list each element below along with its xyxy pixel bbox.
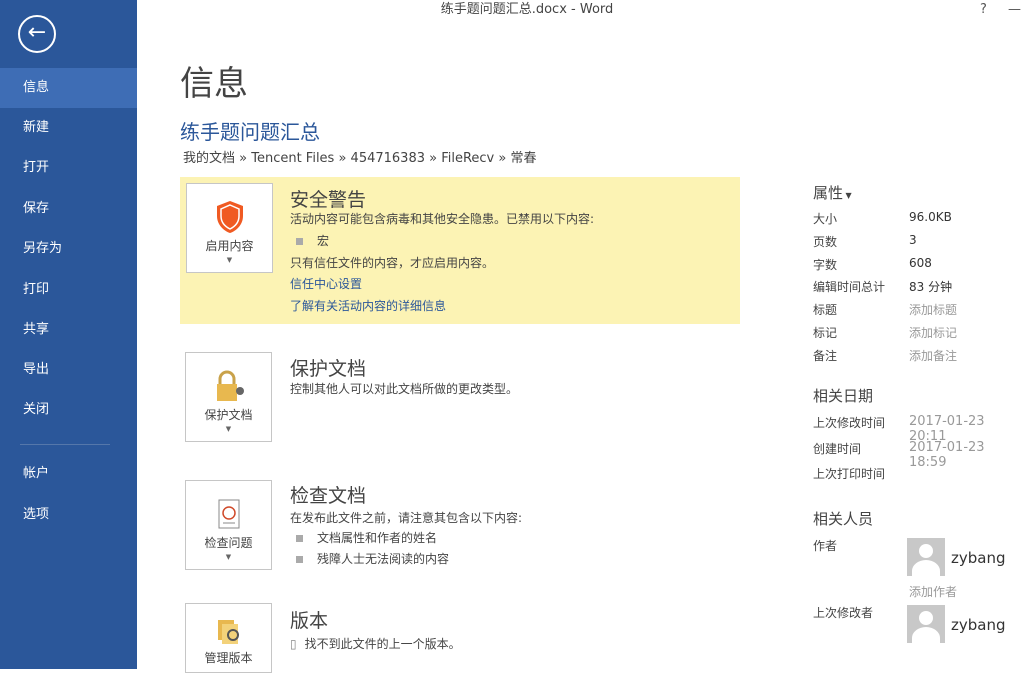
property-label: 标记 bbox=[813, 326, 838, 340]
nav-print[interactable]: 打印 bbox=[0, 270, 137, 310]
active-content-info-link[interactable]: 了解有关活动内容的详细信息 bbox=[290, 295, 446, 317]
date-label: 创建时间 bbox=[813, 441, 862, 456]
nav-open[interactable]: 打开 bbox=[0, 148, 137, 188]
document-icon: ▯ bbox=[290, 637, 297, 651]
versions-desc: ▯ 找不到此文件的上一个版本。 bbox=[290, 633, 461, 655]
property-value: 3 bbox=[909, 232, 917, 247]
properties-heading[interactable]: 属性 ▼ bbox=[813, 182, 852, 203]
item-text: 宏 bbox=[317, 234, 330, 248]
enable-content-button[interactable]: 启用内容 ▼ bbox=[186, 183, 273, 273]
bullet-icon bbox=[296, 238, 303, 245]
bullet-icon bbox=[296, 556, 303, 563]
property-label: 备注 bbox=[813, 348, 838, 363]
button-label: 检查问题 bbox=[204, 536, 253, 550]
property-value: 83 分钟 bbox=[909, 280, 953, 295]
add-author-link[interactable]: 添加作者 bbox=[909, 583, 957, 600]
author-label: 作者 bbox=[813, 539, 838, 553]
document-name: 练手题问题汇总 bbox=[180, 120, 320, 144]
dropdown-arrow-icon: ▼ bbox=[226, 256, 233, 264]
item-text: 残障人士无法阅读的内容 bbox=[317, 552, 450, 566]
date-label: 上次修改时间 bbox=[813, 416, 886, 430]
nav-new[interactable]: 新建 bbox=[0, 108, 137, 148]
button-label: 保护文档 bbox=[204, 408, 253, 422]
disabled-item: 宏 bbox=[290, 230, 329, 252]
inspect-document-icon bbox=[218, 499, 239, 529]
property-value: 608 bbox=[909, 255, 932, 270]
button-label: 管理版本 bbox=[204, 651, 253, 665]
inspect-heading: 检查文档 bbox=[290, 485, 367, 507]
protect-document-button[interactable]: 保护文档 ▼ bbox=[185, 352, 272, 442]
property-label: 字数 bbox=[813, 257, 838, 272]
help-button[interactable]: ? bbox=[980, 2, 987, 17]
related-people-heading: 相关人员 bbox=[813, 510, 874, 528]
manage-versions-button[interactable]: 管理版本 bbox=[185, 603, 272, 673]
property-label: 页数 bbox=[813, 234, 838, 249]
property-value[interactable]: 添加标题 bbox=[909, 301, 957, 318]
back-button[interactable]: ← bbox=[18, 15, 56, 53]
property-label: 大小 bbox=[813, 212, 838, 226]
window-title: 练手题问题汇总.docx - Word bbox=[440, 2, 614, 17]
inspect-desc: 在发布此文件之前，请注意其包含以下内容: bbox=[290, 511, 523, 525]
modifier-name[interactable]: zybang bbox=[951, 616, 1006, 634]
property-label: 标题 bbox=[813, 303, 838, 318]
nav-close[interactable]: 关闭 bbox=[0, 390, 137, 430]
security-desc: 活动内容可能包含病毒和其他安全隐患。已禁用以下内容: bbox=[290, 212, 595, 226]
shield-icon bbox=[216, 201, 243, 233]
nav-save[interactable]: 保存 bbox=[0, 189, 137, 229]
versions-icon bbox=[217, 620, 239, 644]
minimize-button[interactable]: — bbox=[1008, 2, 1021, 17]
check-issues-button[interactable]: 检查问题 ▼ bbox=[185, 480, 272, 570]
trust-center-link[interactable]: 信任中心设置 bbox=[290, 273, 362, 295]
lock-key-icon bbox=[216, 370, 244, 401]
author-name[interactable]: zybang bbox=[951, 549, 1006, 567]
dropdown-arrow-icon: ▼ bbox=[843, 191, 852, 200]
inspect-item: 文档属性和作者的姓名 bbox=[290, 527, 437, 549]
author-avatar bbox=[907, 538, 945, 576]
protect-desc: 控制其他人可以对此文档所做的更改类型。 bbox=[290, 382, 519, 396]
property-value: 96.0KB bbox=[909, 210, 952, 224]
date-label: 上次打印时间 bbox=[813, 467, 886, 481]
modifier-avatar bbox=[907, 605, 945, 643]
nav-options[interactable]: 选项 bbox=[0, 495, 137, 535]
related-dates-heading: 相关日期 bbox=[813, 387, 874, 405]
nav-info[interactable]: 信息 bbox=[0, 68, 137, 108]
sidebar-divider bbox=[20, 444, 110, 445]
versions-heading: 版本 bbox=[290, 610, 329, 632]
nav-save-as[interactable]: 另存为 bbox=[0, 229, 137, 269]
property-label: 编辑时间总计 bbox=[813, 280, 886, 295]
date-value: 2017-01-23 18:59 bbox=[909, 439, 985, 470]
property-value[interactable]: 添加备注 bbox=[909, 347, 957, 364]
bullet-icon bbox=[296, 535, 303, 542]
dropdown-arrow-icon: ▼ bbox=[225, 553, 232, 561]
desc-text: 找不到此文件的上一个版本。 bbox=[304, 637, 461, 651]
dropdown-arrow-icon: ▼ bbox=[225, 425, 232, 433]
protect-heading: 保护文档 bbox=[290, 358, 367, 380]
nav-export[interactable]: 导出 bbox=[0, 350, 137, 390]
arrow-left-icon: ← bbox=[27, 20, 47, 45]
backstage-sidebar: ← 信息 新建 打开 保存 另存为 打印 共享 导出 关闭 帐户 选项 bbox=[0, 0, 137, 669]
item-text: 文档属性和作者的姓名 bbox=[317, 531, 438, 545]
page-title: 信息 bbox=[180, 64, 248, 104]
nav-account[interactable]: 帐户 bbox=[0, 454, 137, 494]
security-note: 只有信任文件的内容，才应启用内容。 bbox=[290, 256, 495, 270]
button-label: 启用内容 bbox=[205, 239, 254, 253]
inspect-item: 残障人士无法阅读的内容 bbox=[290, 548, 449, 570]
property-value[interactable]: 添加标记 bbox=[909, 324, 957, 341]
breadcrumb[interactable]: 我的文档 » Tencent Files » 454716383 » FileR… bbox=[183, 147, 536, 166]
last-modified-by-label: 上次修改者 bbox=[813, 606, 874, 620]
nav-share[interactable]: 共享 bbox=[0, 310, 137, 350]
